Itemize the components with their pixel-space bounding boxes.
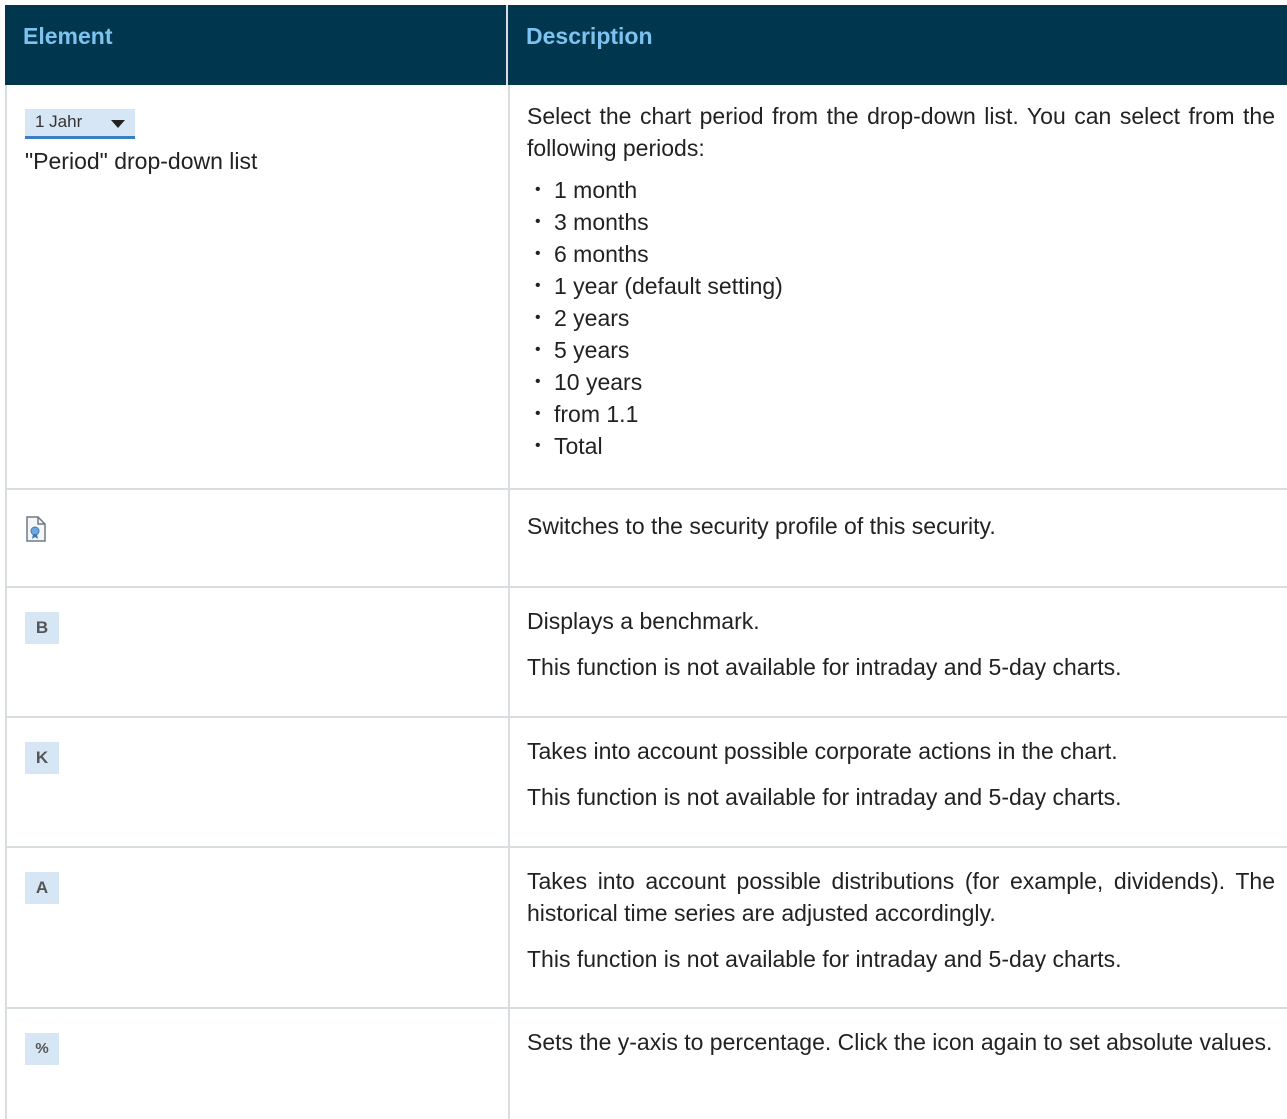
table-header: Element Description — [5, 5, 1287, 85]
header-description: Description — [526, 23, 653, 49]
table-row: A Takes into account possible distributi… — [5, 848, 1287, 1009]
description-cell: Switches to the security profile of this… — [510, 490, 1287, 586]
description-text: Select the chart period from the drop-do… — [527, 103, 1275, 161]
description-text: Takes into account possible corporate ac… — [527, 738, 1118, 764]
caret-down-icon — [111, 120, 125, 128]
element-cell: K — [7, 718, 510, 846]
description-cell: Takes into account possible distribution… — [510, 848, 1287, 1007]
description-cell: Displays a benchmark. This function is n… — [510, 588, 1287, 716]
list-item: 2 years — [527, 302, 1275, 334]
table-row: B Displays a benchmark. This function is… — [5, 588, 1287, 718]
description-cell: Select the chart period from the drop-do… — [510, 85, 1287, 488]
element-cell — [7, 490, 510, 586]
description-text: Displays a benchmark. — [527, 608, 760, 634]
table-row: 1 Jahr "Period" drop-down list Select th… — [5, 85, 1287, 490]
distributions-button[interactable]: A — [25, 872, 59, 904]
list-item: 10 years — [527, 366, 1275, 398]
element-cell: B — [7, 588, 510, 716]
description-text: Takes into account possible distribution… — [527, 868, 1275, 926]
table-row: % Sets the y-axis to percentage. Click t… — [5, 1009, 1287, 1119]
list-item: Total — [527, 430, 1275, 462]
description-cell: Takes into account possible corporate ac… — [510, 718, 1287, 846]
table-row: K Takes into account possible corporate … — [5, 718, 1287, 848]
list-item: 6 months — [527, 238, 1275, 270]
header-element: Element — [5, 5, 508, 85]
description-text: Switches to the security profile of this… — [527, 513, 996, 539]
description-cell: Sets the y-axis to percentage. Click the… — [510, 1009, 1287, 1119]
description-note: This function is not available for intra… — [527, 784, 1122, 810]
element-cell: A — [7, 848, 510, 1007]
period-dropdown-label: "Period" drop-down list — [25, 148, 258, 174]
list-item: 3 months — [527, 206, 1275, 238]
table-row: Switches to the security profile of this… — [5, 490, 1287, 588]
list-item: 5 years — [527, 334, 1275, 366]
corporate-actions-button[interactable]: K — [25, 742, 59, 774]
element-description-table: Element Description 1 Jahr "Period" drop… — [5, 5, 1287, 1119]
description-note: This function is not available for intra… — [527, 946, 1122, 972]
percentage-button[interactable]: % — [25, 1033, 59, 1065]
period-list: 1 month 3 months 6 months 1 year (defaul… — [527, 174, 1275, 462]
list-item: 1 year (default setting) — [527, 270, 1275, 302]
element-cell: 1 Jahr "Period" drop-down list — [7, 85, 510, 488]
security-profile-icon[interactable] — [25, 515, 47, 548]
list-item: 1 month — [527, 174, 1275, 206]
description-text: Sets the y-axis to percentage. Click the… — [527, 1029, 1273, 1055]
element-cell: % — [7, 1009, 510, 1119]
period-dropdown[interactable]: 1 Jahr — [25, 109, 135, 139]
description-note: This function is not available for intra… — [527, 654, 1122, 680]
list-item: from 1.1 — [527, 398, 1275, 430]
benchmark-button[interactable]: B — [25, 612, 59, 644]
period-dropdown-value: 1 Jahr — [35, 112, 83, 131]
